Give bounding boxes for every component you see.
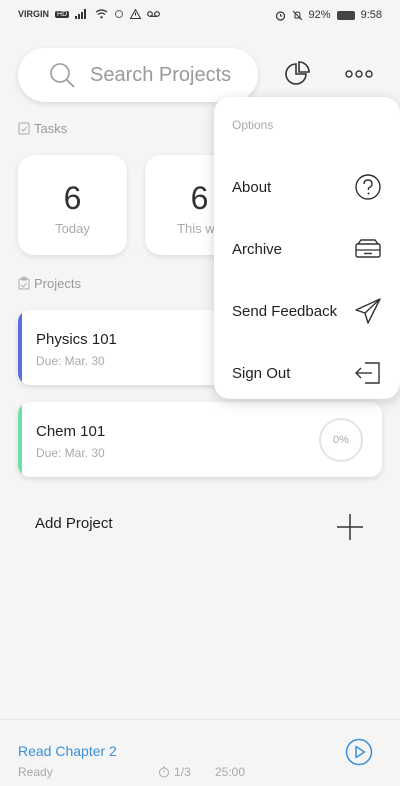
menu-item-label: About xyxy=(232,179,272,196)
task-card-today[interactable]: 6 Today xyxy=(18,155,127,255)
search-input[interactable]: Search Projects xyxy=(90,64,231,87)
voicemail-icon xyxy=(147,11,161,17)
add-project-row[interactable]: Add Project xyxy=(18,500,382,550)
send-icon xyxy=(355,298,381,324)
tasks-label: Tasks xyxy=(34,121,68,136)
session-counter: 1/3 xyxy=(158,765,191,779)
session-count: 1/3 xyxy=(174,765,191,779)
search-icon xyxy=(50,63,75,88)
projects-section-label: Projects xyxy=(18,276,81,291)
mute-icon xyxy=(292,10,302,20)
current-task-title[interactable]: Read Chapter 2 xyxy=(18,743,117,759)
plus-icon[interactable] xyxy=(336,513,364,541)
wifi-icon xyxy=(95,9,108,19)
sign-out-icon xyxy=(355,362,380,384)
help-circle-icon xyxy=(355,174,381,200)
task-doc-icon xyxy=(18,122,30,135)
network-badge: HD xyxy=(55,10,70,18)
status-left: VIRGIN HD xyxy=(18,9,161,19)
options-menu: Options About Archive Send Feedback Sign… xyxy=(214,97,400,399)
task-caption: Today xyxy=(55,221,90,236)
menu-item-label: Send Feedback xyxy=(232,303,338,320)
clipboard-icon xyxy=(18,277,30,290)
project-name: Chem 101 xyxy=(36,423,106,440)
play-icon[interactable] xyxy=(345,738,373,766)
menu-item-send-feedback[interactable]: Send Feedback xyxy=(214,283,400,339)
archive-box-icon xyxy=(355,239,381,258)
menu-item-label: Archive xyxy=(232,241,283,258)
menu-header: Options xyxy=(232,118,274,132)
project-name: Physics 101 xyxy=(36,331,117,348)
project-progress: 0% xyxy=(333,434,349,446)
stopwatch-icon xyxy=(159,766,169,778)
project-accent-bar xyxy=(18,402,22,477)
project-card-chem[interactable]: Chem 101 Due: Mar. 30 0% xyxy=(18,402,382,477)
current-task-status: Ready xyxy=(18,765,53,779)
alarm-icon xyxy=(275,10,285,21)
menu-item-sign-out[interactable]: Sign Out xyxy=(214,345,400,401)
menu-item-about[interactable]: About xyxy=(214,159,400,215)
projects-label: Projects xyxy=(34,276,81,291)
menu-item-archive[interactable]: Archive xyxy=(214,221,400,277)
pie-chart-icon[interactable] xyxy=(283,60,311,88)
project-due-date: Due: Mar. 30 xyxy=(36,446,105,460)
tasks-section-label: Tasks xyxy=(18,121,67,136)
battery-percent: 92% xyxy=(308,9,331,21)
project-accent-bar xyxy=(18,310,22,385)
task-count: 6 xyxy=(63,180,82,216)
more-options-icon[interactable] xyxy=(344,64,374,84)
add-project-label: Add Project xyxy=(35,515,113,532)
battery-icon xyxy=(336,10,355,20)
timer-display: 25:00 xyxy=(215,765,246,779)
status-right: 92% 9:58 xyxy=(275,9,382,21)
carrier-name: VIRGIN xyxy=(18,9,50,19)
sync-icon xyxy=(115,10,124,18)
project-due-date: Due: Mar. 30 xyxy=(36,354,105,368)
menu-item-label: Sign Out xyxy=(232,365,291,382)
warning-icon xyxy=(130,9,142,19)
status-bar: VIRGIN HD 92% 9:58 xyxy=(0,0,400,32)
signal-icon xyxy=(75,9,87,19)
current-task-bar: Read Chapter 2 Ready 1/3 25:00 xyxy=(0,719,400,786)
search-bar[interactable]: Search Projects xyxy=(18,48,258,102)
clock: 9:58 xyxy=(360,9,382,21)
